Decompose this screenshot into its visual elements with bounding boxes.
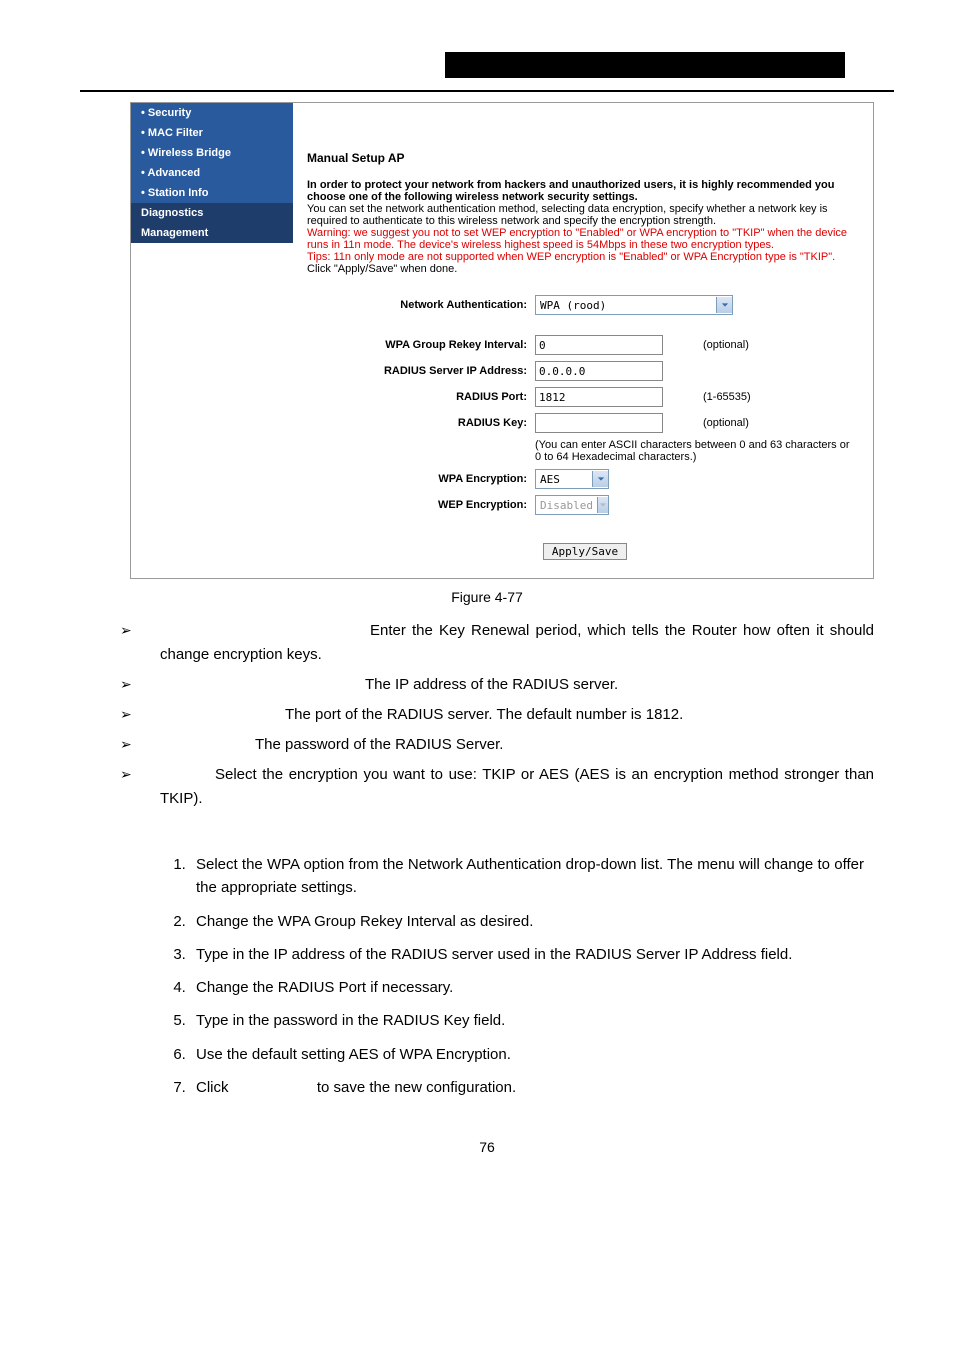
page-number: 76 (80, 1139, 894, 1155)
step-item: Change the WPA Group Rekey Interval as d… (190, 910, 864, 933)
sidebar-item-advanced[interactable]: Advanced (131, 163, 293, 183)
bullet-arrow-icon: ➢ (120, 673, 160, 697)
radius-key-note: (You can enter ASCII characters between … (535, 439, 855, 463)
sidebar-item-diagnostics[interactable]: Diagnostics (131, 203, 293, 223)
content-panel: Manual Setup AP In order to protect your… (293, 103, 873, 578)
desc-item: ➢ The password of the RADIUS Server. (120, 733, 874, 757)
select-net-auth[interactable]: WPA (rood) (535, 295, 733, 315)
header-blackbox (445, 52, 845, 78)
hint-radius-key: (optional) (663, 417, 749, 429)
input-radius-port[interactable] (535, 387, 663, 407)
label-radius-port: RADIUS Port: (307, 391, 535, 403)
step7-suffix: to save the new configuration. (317, 1079, 516, 1096)
hint-rekey: (optional) (663, 339, 749, 351)
chevron-down-icon (597, 497, 608, 513)
sidebar-item-management[interactable]: Management (131, 223, 293, 243)
input-radius-key[interactable] (535, 413, 663, 433)
bullet-arrow-icon: ➢ (120, 703, 160, 727)
desc-item: ➢ The IP address of the RADIUS server. (120, 673, 874, 697)
figure-caption: Figure 4-77 (80, 589, 894, 605)
intro-bold: In order to protect your network from ha… (307, 179, 834, 203)
sidebar-item-station-info[interactable]: Station Info (131, 183, 293, 203)
step7-prefix: Click (196, 1079, 233, 1096)
label-radius-key: RADIUS Key: (307, 417, 535, 429)
label-radius-ip: RADIUS Server IP Address: (307, 365, 535, 377)
desc-text: Enter the Key Renewal period, which tell… (160, 622, 874, 663)
select-wep-enc-value: Disabled (536, 499, 597, 512)
intro-tips: Tips: 11n only mode are not supported wh… (307, 251, 835, 263)
intro-click: Click "Apply/Save" when done. (307, 263, 457, 275)
content-title: Manual Setup AP (307, 151, 863, 165)
step-item: Type in the password in the RADIUS Key f… (190, 1009, 864, 1032)
bullet-arrow-icon: ➢ (120, 733, 160, 757)
step-item: Type in the IP address of the RADIUS ser… (190, 943, 864, 966)
apply-save-button[interactable]: Apply/Save (543, 543, 627, 560)
label-wpa-enc: WPA Encryption: (307, 473, 535, 485)
label-rekey: WPA Group Rekey Interval: (307, 339, 535, 351)
desc-text: The IP address of the RADIUS server. (365, 676, 618, 693)
step-item: Select the WPA option from the Network A… (190, 853, 864, 900)
desc-text: The password of the RADIUS Server. (255, 736, 503, 753)
select-wpa-enc[interactable]: AES (535, 469, 609, 489)
steps-list: Select the WPA option from the Network A… (150, 853, 864, 1099)
select-wpa-enc-value: AES (536, 473, 592, 486)
step-item: Change the RADIUS Port if necessary. (190, 976, 864, 999)
sidebar-item-wireless-bridge[interactable]: Wireless Bridge (131, 143, 293, 163)
desc-text: Select the encryption you want to use: T… (160, 766, 874, 807)
header-rule (80, 90, 894, 92)
chevron-down-icon (592, 471, 608, 487)
desc-item: ➢ Select the encryption you want to use:… (120, 763, 874, 811)
desc-item: ➢ The port of the RADIUS server. The def… (120, 703, 874, 727)
step-item: Click to save the new configuration. (190, 1076, 864, 1099)
sidebar-item-mac-filter[interactable]: MAC Filter (131, 123, 293, 143)
sidebar: Security MAC Filter Wireless Bridge Adva… (131, 103, 293, 578)
step-item: Use the default setting AES of WPA Encry… (190, 1043, 864, 1066)
router-screenshot: Security MAC Filter Wireless Bridge Adva… (130, 102, 874, 579)
bullet-arrow-icon: ➢ (120, 619, 160, 667)
select-wep-enc: Disabled (535, 495, 609, 515)
hint-radius-port: (1-65535) (663, 391, 751, 403)
chevron-down-icon (716, 297, 732, 313)
input-radius-ip[interactable] (535, 361, 663, 381)
desc-item: ➢ Enter the Key Renewal period, which te… (120, 619, 874, 667)
description-list: ➢ Enter the Key Renewal period, which te… (120, 619, 874, 811)
label-wep-enc: WEP Encryption: (307, 499, 535, 511)
input-rekey[interactable] (535, 335, 663, 355)
select-net-auth-value: WPA (rood) (536, 299, 716, 312)
label-net-auth: Network Authentication: (307, 299, 535, 311)
intro-plain: You can set the network authentication m… (307, 203, 828, 227)
sidebar-item-security[interactable]: Security (131, 103, 293, 123)
intro-warning: Warning: we suggest you not to set WEP e… (307, 227, 847, 251)
desc-text: The port of the RADIUS server. The defau… (285, 706, 683, 723)
bullet-arrow-icon: ➢ (120, 763, 160, 811)
